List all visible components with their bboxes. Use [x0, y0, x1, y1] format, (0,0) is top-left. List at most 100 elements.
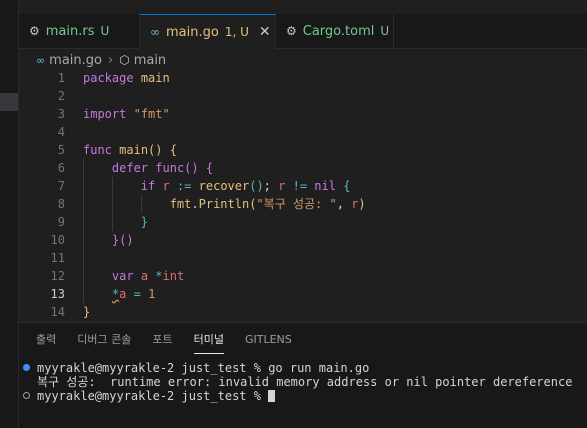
code-editor[interactable]: 1 package main 2 3 import "fmt" 4 5 func main()… [19, 68, 587, 322]
code-token: if [140, 179, 156, 193]
code-text: func main() { [83, 141, 177, 159]
code-token: defer [111, 161, 149, 175]
code-token: Println [198, 197, 250, 211]
line-number: 12 [50, 269, 65, 283]
code-line[interactable]: 2 [19, 87, 587, 105]
code-token: } [83, 305, 91, 319]
line-number: 9 [57, 215, 65, 229]
code-token: = [133, 287, 141, 301]
command-pending-icon[interactable] [23, 392, 30, 399]
panel-tab[interactable]: 터미널 [193, 331, 224, 354]
code-token: () [148, 143, 163, 157]
line-number: 5 [57, 143, 65, 157]
code-line[interactable]: 4 [19, 123, 587, 141]
terminal-text-content: 복구 성공: runtime error: invalid memory add… [37, 375, 573, 389]
code-token: main [119, 143, 149, 157]
code-token: 1 [148, 287, 156, 301]
terminal-text: myyrakle@myyrakle-2 just_test % [37, 389, 276, 403]
line-number: 4 [57, 125, 65, 139]
code-line[interactable]: 7 if r := recover(); r != nil { [19, 177, 587, 195]
code-line[interactable]: 11 [19, 249, 587, 267]
code-token: var [111, 269, 134, 283]
code-token: package [83, 71, 134, 85]
code-token: }() [111, 233, 134, 247]
tab-Cargo-toml[interactable]: ⚙ Cargo.toml U [276, 14, 394, 48]
code-line[interactable]: 13 *a = 1 [19, 285, 587, 303]
code-text: package main [83, 69, 170, 87]
code-token: { [169, 143, 177, 157]
panel-tab[interactable]: 출력 [36, 331, 56, 353]
tab-git-status: U [100, 24, 110, 38]
terminal-text: myyrakle@myyrakle-2 just_test % go run m… [37, 361, 369, 375]
tab-git-status: U [380, 24, 390, 38]
indent-guide [83, 249, 84, 267]
code-line[interactable]: 5 func main() { [19, 141, 587, 159]
tab-main-go[interactable]: ∞ main.go 1, U ✕ [140, 14, 276, 49]
code-line[interactable]: 14} [19, 303, 587, 321]
line-number: 7 [57, 179, 65, 193]
tab-git-status: 1, U [224, 25, 249, 39]
code-token: } [140, 215, 149, 229]
code-text: defer func() { [83, 159, 213, 177]
tab-label: main.rs [45, 23, 95, 39]
code-token: ) [358, 197, 366, 211]
line-number: 1 [57, 71, 65, 85]
terminal-line: 복구 성공: runtime error: invalid memory add… [19, 375, 587, 389]
code-token: a [140, 269, 149, 283]
panel-tab[interactable]: 포트 [152, 331, 172, 353]
code-text: }() [83, 231, 134, 249]
panel-tab[interactable]: GITLENS [245, 331, 292, 353]
code-line[interactable]: 10 }() [19, 231, 587, 249]
gear-icon: ⚙ [286, 24, 297, 38]
code-line[interactable]: 1 package main [19, 69, 587, 87]
code-token: int [162, 269, 185, 283]
code-token: import [83, 107, 127, 121]
code-text: } [83, 213, 148, 231]
code-token: func [155, 161, 185, 175]
line-number: 2 [57, 89, 65, 103]
code-line[interactable]: 9 } [19, 213, 587, 231]
code-token: () [184, 161, 199, 175]
code-token: nil [314, 179, 336, 193]
code-line[interactable]: 8 fmt.Println("복구 성공: ", r) [19, 195, 587, 213]
go-file-icon: ∞ [36, 53, 46, 67]
code-line[interactable]: 12 var a *int [19, 267, 587, 285]
rust-icon: ⚙ [29, 24, 40, 38]
line-number: 8 [57, 197, 65, 211]
code-token: , [336, 197, 352, 211]
code-text: fmt.Println("복구 성공: ", r) [83, 195, 366, 213]
editor-tab-bar: ⚙ main.rs U ∞ main.go 1, U ✕ ⚙ Cargo.toml U [19, 14, 587, 49]
code-text: import "fmt" [83, 105, 170, 123]
explorer-selected-row[interactable] [0, 93, 18, 111]
terminal-output[interactable]: myyrakle@myyrakle-2 just_test % go run m… [19, 361, 587, 403]
code-text: *a = 1 [83, 285, 155, 303]
breadcrumb-file[interactable]: main.go [49, 53, 102, 68]
line-number: 10 [50, 233, 65, 247]
terminal-text-content: myyrakle@myyrakle-2 just_test % go run m… [37, 361, 370, 375]
code-line[interactable]: 6 defer func() { [19, 159, 587, 177]
code-line[interactable]: 3 import "fmt" [19, 105, 587, 123]
terminal-text: 복구 성공: runtime error: invalid memory add… [37, 375, 572, 389]
close-icon[interactable]: ✕ [259, 24, 271, 40]
tab-label: Cargo.toml [302, 23, 375, 39]
tab-main-rs[interactable]: ⚙ main.rs U [19, 14, 140, 48]
code-token: main [140, 71, 170, 85]
line-number: 13 [50, 287, 65, 301]
line-number: 11 [50, 251, 65, 265]
panel-tab[interactable]: 디버그 콘솔 [77, 331, 131, 353]
breadcrumb-symbol[interactable]: main [134, 53, 166, 68]
command-success-icon[interactable] [23, 364, 30, 371]
terminal-text-content: myyrakle@myyrakle-2 just_test % [37, 389, 269, 403]
chevron-right-icon: › [108, 52, 114, 68]
go-icon: ∞ [150, 25, 160, 39]
